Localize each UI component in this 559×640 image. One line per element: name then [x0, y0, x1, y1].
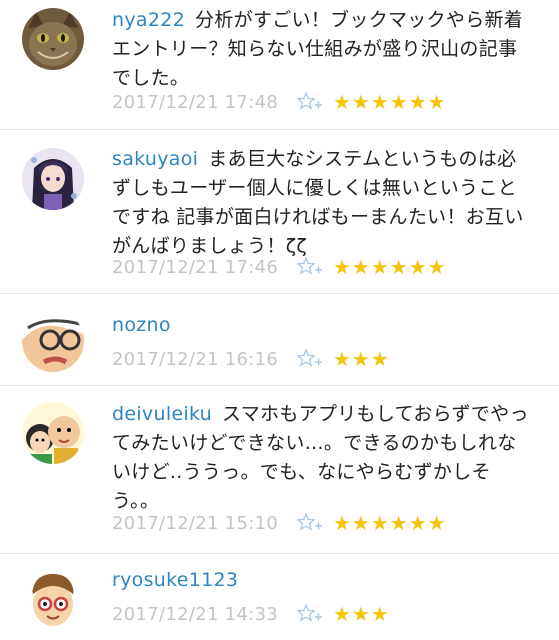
comment-item: sakuyaoi まあ巨大なシステムというものは必ずしもユーザー個人に優しくは無い… — [0, 130, 559, 294]
star-rating: ★★★★★★ — [333, 511, 447, 535]
avatar[interactable] — [22, 310, 84, 372]
star-rating: ★★★★★★ — [333, 90, 447, 114]
comment-body: nya222 分析がすごい！ブックマックやら新着エントリー？知らない仕組みが盛り沢… — [112, 6, 531, 93]
comment-body: deivuleiku スマホもアプリもしておらずでやってみたいけどできない…。でき… — [112, 400, 531, 516]
avatar[interactable] — [22, 568, 84, 630]
comment-meta: 2017/12/21 14:33 ★★★ — [112, 599, 390, 629]
star-rating: ★★★ — [333, 602, 390, 626]
avatar[interactable] — [22, 148, 84, 210]
comment-item: deivuleiku スマホもアプリもしておらずでやってみたいけどできない…。でき… — [0, 386, 559, 554]
avatar[interactable] — [22, 402, 84, 464]
username-link[interactable]: nozno — [112, 314, 171, 336]
comment-meta: 2017/12/21 17:48 ★★★★★★ — [112, 87, 447, 117]
timestamp: 2017/12/21 14:33 — [112, 603, 279, 625]
cat-avatar-icon — [22, 8, 84, 70]
comment-meta: 2017/12/21 17:46 ★★★★★★ — [112, 252, 447, 282]
avatar[interactable] — [22, 8, 84, 70]
add-star-icon[interactable] — [297, 603, 323, 625]
username-link[interactable]: nya222 — [112, 9, 185, 31]
comment-item: nya222 分析がすごい！ブックマックやら新着エントリー？知らない仕組みが盛り沢… — [0, 0, 559, 130]
username-link[interactable]: sakuyaoi — [112, 148, 198, 170]
timestamp: 2017/12/21 16:16 — [112, 348, 279, 370]
boy-with-glasses-avatar-icon — [22, 568, 84, 630]
add-star-icon[interactable] — [297, 91, 323, 113]
comment-body: ryosuke1123 — [112, 566, 531, 595]
timestamp: 2017/12/21 17:48 — [112, 91, 279, 113]
comment-body: nozno — [112, 311, 531, 340]
timestamp: 2017/12/21 15:10 — [112, 512, 279, 534]
glasses-face-avatar-icon — [22, 310, 84, 372]
two-characters-avatar-icon — [22, 402, 84, 464]
add-star-icon[interactable] — [297, 512, 323, 534]
comment-meta: 2017/12/21 16:16 ★★★ — [112, 344, 390, 374]
timestamp: 2017/12/21 17:46 — [112, 256, 279, 278]
comment-item: nozno 2017/12/21 16:16 ★★★ — [0, 294, 559, 386]
comment-item: ryosuke1123 2017/12/21 14:33 ★★★ — [0, 554, 559, 640]
add-star-icon[interactable] — [297, 348, 323, 370]
add-star-icon[interactable] — [297, 256, 323, 278]
anime-character-avatar-icon — [22, 148, 84, 210]
star-rating: ★★★ — [333, 347, 390, 371]
comment-body: sakuyaoi まあ巨大なシステムというものは必ずしもユーザー個人に優しくは無い… — [112, 145, 531, 261]
comment-meta: 2017/12/21 15:10 ★★★★★★ — [112, 508, 447, 538]
username-link[interactable]: ryosuke1123 — [112, 569, 238, 591]
username-link[interactable]: deivuleiku — [112, 403, 212, 425]
star-rating: ★★★★★★ — [333, 255, 447, 279]
